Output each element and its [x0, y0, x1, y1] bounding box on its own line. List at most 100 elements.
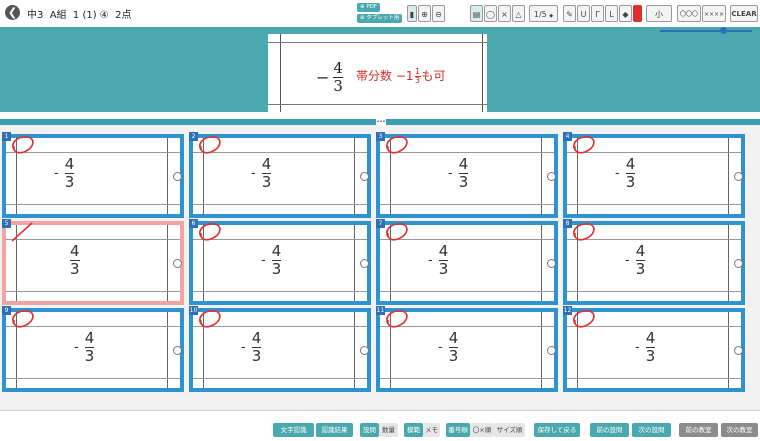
handwritten-answer: -43	[448, 155, 469, 191]
scroll-circle-icon	[360, 346, 369, 355]
answer-card[interactable]: 9-43	[2, 306, 184, 392]
answer-card[interactable]: 1-43	[2, 132, 184, 218]
handwritten-answer: -43	[615, 155, 636, 191]
circle-marks-icon[interactable]: 〇〇〇	[677, 5, 701, 22]
grid-view-icon[interactable]: ▤	[470, 5, 483, 22]
card-line	[167, 138, 168, 214]
save-and-back-button[interactable]: 保存して戻る	[534, 423, 580, 437]
answer-card[interactable]: 3-43	[376, 132, 558, 218]
handwritten-answer: -43	[635, 329, 656, 365]
answer-card[interactable]: 10-4 3	[189, 306, 371, 392]
scroll-circle-icon	[173, 172, 182, 181]
next-question-button[interactable]: 次の設問	[632, 423, 671, 437]
tablet-button[interactable]: ⊕ タブレット用	[357, 14, 403, 23]
circle-mark-icon	[573, 223, 595, 241]
scroll-circle-icon	[547, 259, 556, 268]
toolbar: ❮ 中3 A組 1 (1) ④ 2点 ⊕ PDF ⊕ タブレット用 ▮ ⊕ ⊖ …	[0, 0, 760, 28]
ocr-button[interactable]: 文字認識	[273, 423, 314, 437]
back-arrow-icon[interactable]: ❮	[5, 5, 20, 20]
card-rule	[193, 378, 367, 379]
circle-mark-icon	[199, 223, 221, 241]
ocr-result-button[interactable]: 認識結果	[316, 423, 353, 437]
handwritten-answer: -43	[251, 155, 272, 191]
zoom-slider-knob[interactable]	[720, 27, 727, 34]
scroll-circle-icon	[734, 172, 743, 181]
card-line	[167, 312, 168, 388]
answer-card[interactable]: 12-4 3	[563, 306, 745, 392]
footer-bar: 文字認識 認識結果 設問 数量 模範 メモ 番号順 〇×順 サイズ順 保存して戻…	[0, 410, 760, 441]
circle-mark-icon	[386, 136, 408, 154]
answer-card[interactable]: 2-43	[189, 132, 371, 218]
zoom-out-icon[interactable]: ⊖	[432, 5, 445, 22]
prev-class-button[interactable]: 前の教室	[679, 423, 718, 437]
answer-card[interactable]: 11-4 3	[376, 306, 558, 392]
red-color-swatch[interactable]	[633, 5, 642, 22]
circle-mark-icon[interactable]: ◯	[484, 5, 497, 22]
handwritten-answer: -43	[438, 329, 459, 365]
size-order-tab[interactable]: サイズ順	[494, 423, 525, 437]
pen-size-select[interactable]: 小	[646, 5, 672, 22]
card-rule	[193, 204, 367, 205]
answer-card[interactable]: 8-43	[563, 219, 745, 305]
page-select[interactable]: 1/5 ◆	[529, 5, 558, 22]
zoom-in-icon[interactable]: ⊕	[418, 5, 431, 22]
card-rule	[6, 291, 180, 292]
card-line	[728, 225, 729, 301]
cross-mark-icon[interactable]: ×	[498, 5, 511, 22]
underline-icon[interactable]: U	[577, 5, 590, 22]
score-toggle[interactable]: 数量	[379, 423, 398, 437]
card-rule	[380, 378, 554, 379]
layout-icon[interactable]: ▮	[407, 5, 417, 22]
card-rule	[567, 204, 741, 205]
scroll-circle-icon	[360, 259, 369, 268]
model-answer-note: 帯分数 −1 1 3 も可	[356, 67, 446, 85]
ref-line	[482, 34, 483, 112]
answer-card[interactable]: 4-43	[563, 132, 745, 218]
model-toggle[interactable]: 模範	[404, 423, 423, 437]
ox-order-tab[interactable]: 〇×順	[470, 423, 494, 437]
model-answer-fraction: − 4 3	[316, 59, 343, 95]
scroll-circle-icon	[173, 259, 182, 268]
scroll-circle-icon	[173, 346, 182, 355]
card-rule	[193, 291, 367, 292]
scroll-circle-icon	[547, 346, 556, 355]
handwritten-answer: -43	[74, 329, 95, 365]
handwritten-answer: -43	[261, 242, 282, 278]
card-line	[354, 138, 355, 214]
ref-rule	[268, 104, 487, 105]
model-answer-card: − 4 3 帯分数 −1 1 3 も可	[268, 34, 487, 112]
card-line	[728, 312, 729, 388]
clear-button[interactable]: CLEAR	[730, 5, 758, 22]
card-line	[167, 225, 168, 301]
triangle-mark-icon[interactable]: △	[512, 5, 525, 22]
handwritten-answer: -43	[241, 329, 262, 365]
pdf-button[interactable]: ⊕ PDF	[357, 3, 381, 12]
card-line	[354, 225, 355, 301]
cross-marks-icon[interactable]: ××××	[702, 5, 726, 22]
circle-mark-icon	[12, 310, 34, 328]
circle-mark-icon	[573, 136, 595, 154]
ref-line	[280, 34, 281, 112]
circle-mark-icon	[386, 223, 408, 241]
card-rule	[567, 291, 741, 292]
zoom-slider[interactable]	[660, 30, 752, 32]
circle-mark-icon	[12, 136, 34, 154]
corner-mark-icon[interactable]: Γ	[591, 5, 604, 22]
card-rule	[380, 204, 554, 205]
prev-question-button[interactable]: 前の設問	[590, 423, 629, 437]
answer-grid: 1-4 3 2-4 3 3-4 3 4-4 3 5 4 3 6-4 3 7-4 3 8-4 3 9-4 3 10-4 3…	[0, 125, 760, 410]
corner-mark2-icon[interactable]: L	[605, 5, 618, 22]
handwritten-answer: -43	[625, 242, 646, 278]
card-rule	[6, 378, 180, 379]
eraser-icon[interactable]: ◆	[619, 5, 632, 22]
memo-toggle[interactable]: メモ	[423, 423, 440, 437]
number-order-tab[interactable]: 番号順	[446, 423, 470, 437]
card-rule	[567, 378, 741, 379]
answer-card[interactable]: 7-43	[376, 219, 558, 305]
next-class-button[interactable]: 次の教室	[721, 423, 758, 437]
slash-mark-icon	[11, 222, 33, 242]
answer-card[interactable]: 543	[2, 219, 184, 305]
answer-card[interactable]: 6-43	[189, 219, 371, 305]
pencil-icon[interactable]: ✎	[563, 5, 576, 22]
problem-toggle[interactable]: 設問	[360, 423, 379, 437]
